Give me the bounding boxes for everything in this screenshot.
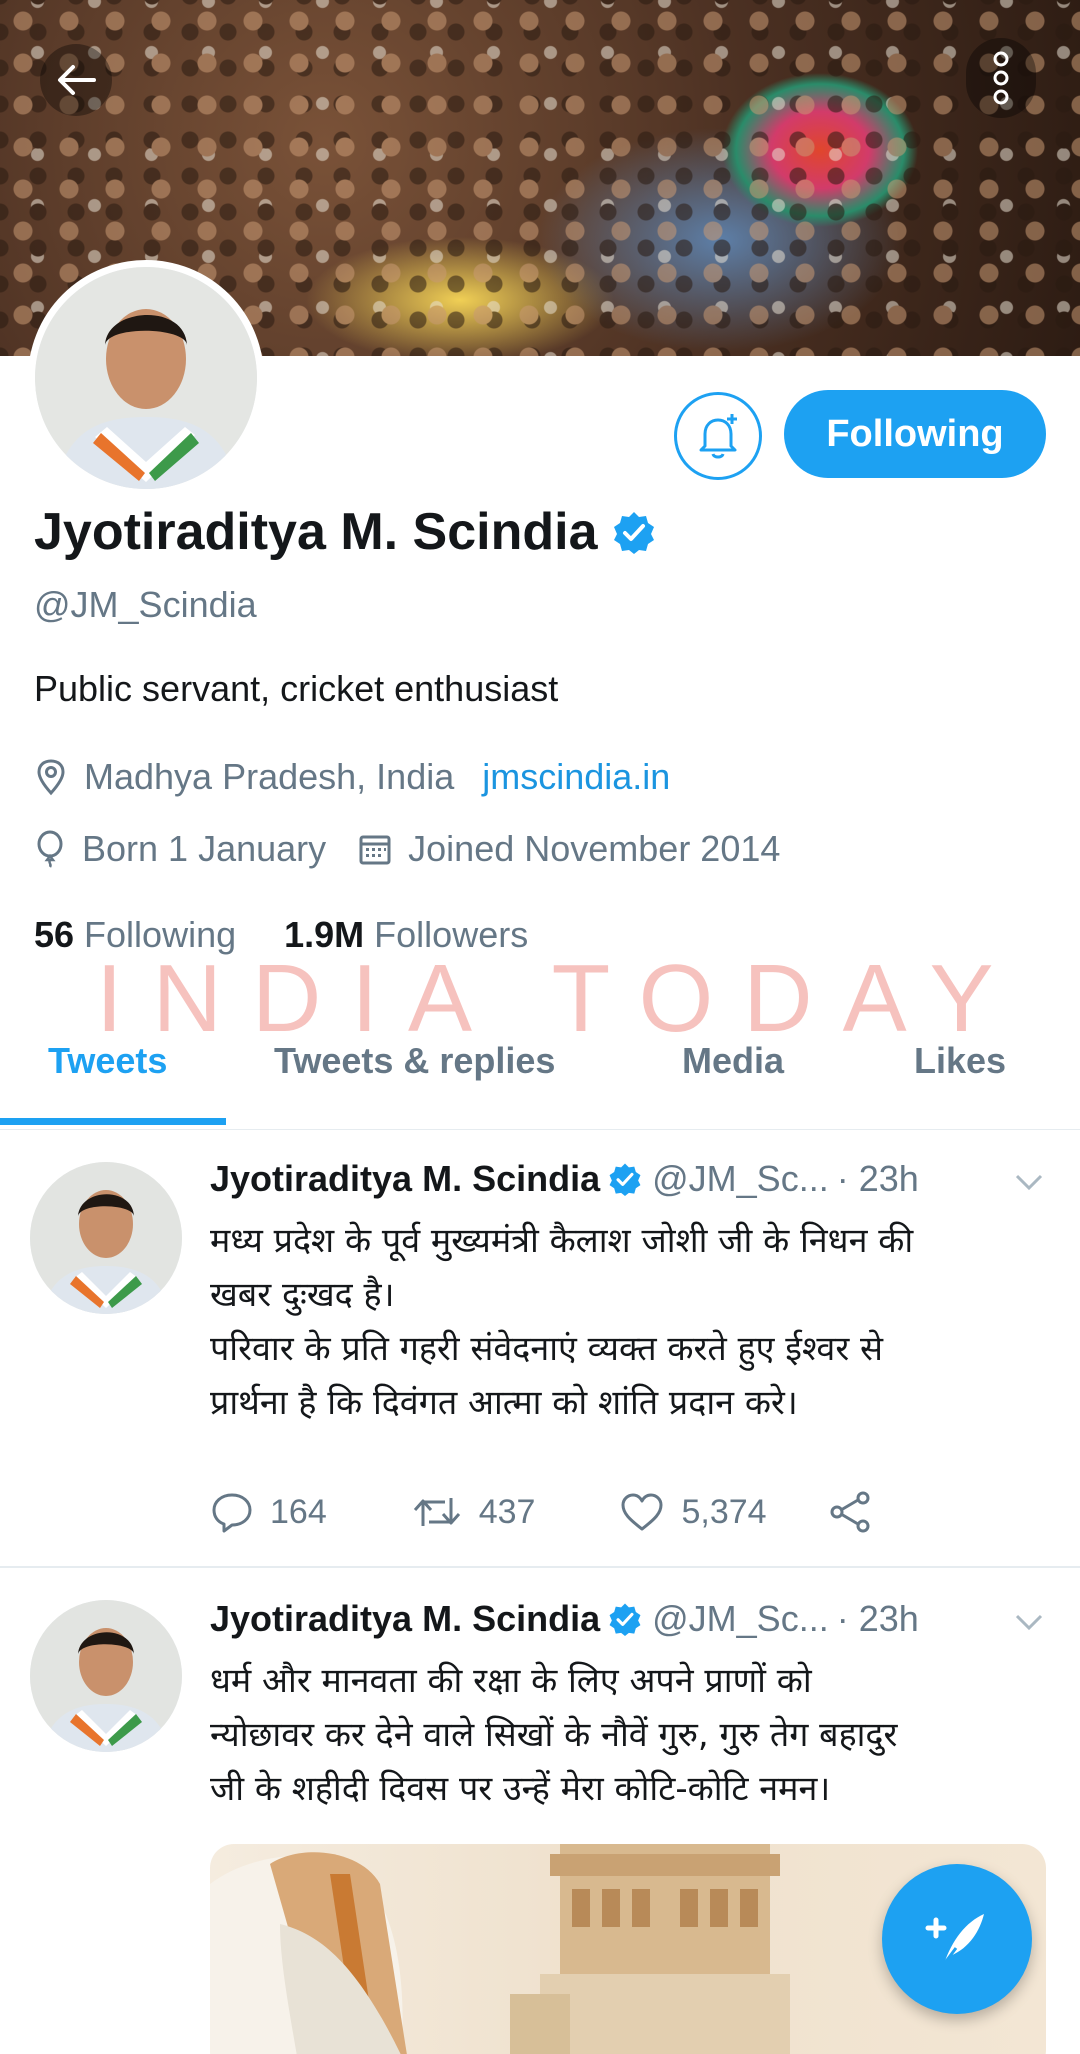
tweet-author-handle: @JM_Sc... — [652, 1598, 829, 1639]
like-count: 5,374 — [681, 1492, 767, 1531]
like-icon — [621, 1493, 663, 1531]
calendar-icon — [358, 832, 392, 866]
more-vertical-icon — [993, 51, 1009, 105]
profile-joined-date: Joined November 2014 — [408, 828, 781, 869]
tweet-timestamp[interactable]: · 23h — [837, 1598, 919, 1640]
retweet-count: 437 — [478, 1492, 536, 1531]
tab-tweets[interactable]: Tweets — [48, 1040, 167, 1082]
tweet-text: मध्य प्रदेश के पूर्व मुख्यमंत्री कैलाश ज… — [210, 1214, 1040, 1430]
birthday-balloon-icon — [34, 830, 66, 868]
profile-display-name: Jyotiraditya M. Scindia — [34, 503, 598, 561]
chevron-down-icon[interactable] — [1014, 1172, 1044, 1192]
following-count: 56 — [34, 914, 75, 955]
tweet-text-line: खबर दुःखद है। — [210, 1275, 395, 1315]
tab-tweets-and-replies[interactable]: Tweets & replies — [274, 1040, 555, 1082]
profile-avatar[interactable] — [28, 260, 264, 496]
retweet-icon — [413, 1498, 460, 1526]
profile-dates-row: Born 1 January Joined November 2014 — [34, 828, 780, 870]
reply-icon — [212, 1493, 252, 1533]
profile-location: Madhya Pradesh, India — [84, 756, 455, 797]
more-options-button[interactable] — [966, 38, 1036, 118]
tweet-header: Jyotiraditya M. Scindia @JM_Sc... · 23h — [210, 1158, 919, 1200]
tweet-author-avatar[interactable] — [30, 1600, 182, 1752]
tweet-header: Jyotiraditya M. Scindia @JM_Sc... · 23h — [210, 1598, 919, 1640]
reply-count: 164 — [270, 1492, 327, 1531]
tweet-actions: 164 437 5,374 — [210, 1490, 873, 1534]
profile-birthday: Born 1 January — [82, 828, 327, 869]
reply-button[interactable]: 164 — [210, 1491, 327, 1533]
tweet-text: धर्म और मानवता की रक्षा के लिए अपने प्रा… — [210, 1654, 1040, 1816]
profile-bio: Public servant, cricket enthusiast — [34, 668, 559, 709]
tweet-text-line: मध्य प्रदेश के पूर्व मुख्यमंत्री कैलाश ज… — [210, 1221, 914, 1261]
tweet-text-line: धर्म और मानवता की रक्षा के लिए अपने प्रा… — [210, 1661, 812, 1701]
tweet-text-line: प्रार्थना है कि दिवंगत आत्मा को शांति प्… — [210, 1383, 798, 1423]
profile-location-row: Madhya Pradesh, India jmscindia.in — [34, 756, 670, 798]
chevron-down-icon[interactable] — [1014, 1612, 1044, 1632]
compose-tweet-icon — [925, 1914, 984, 1965]
compose-tweet-button[interactable] — [882, 1864, 1032, 2014]
share-icon — [830, 1491, 870, 1533]
tweet-author-name[interactable]: Jyotiraditya M. Scindia — [210, 1598, 600, 1640]
profile-handle: @JM_Scindia — [34, 584, 257, 625]
profile-website-link[interactable]: jmscindia.in — [482, 756, 670, 798]
verified-badge-icon — [609, 1163, 641, 1196]
tweet-timestamp[interactable]: · 23h — [837, 1158, 919, 1200]
tab-likes[interactable]: Likes — [914, 1040, 1006, 1082]
avatar-portrait — [35, 267, 257, 489]
tweet-author-name[interactable]: Jyotiraditya M. Scindia — [210, 1158, 600, 1200]
verified-badge-icon — [609, 1603, 641, 1636]
back-arrow-icon — [58, 65, 96, 95]
notification-bell-icon — [699, 414, 737, 459]
tab-media[interactable]: Media — [682, 1040, 784, 1082]
share-button[interactable] — [827, 1490, 873, 1534]
back-button[interactable] — [40, 44, 112, 116]
profile-name-row: Jyotiraditya M. Scindia — [34, 502, 656, 562]
location-pin-icon — [34, 758, 68, 796]
like-button[interactable]: 5,374 — [619, 1491, 767, 1533]
active-tab-indicator — [0, 1118, 226, 1125]
tweet-text-line: परिवार के प्रति गहरी संवेदनाएं व्यक्त कर… — [210, 1329, 884, 1369]
tweet-divider — [0, 1566, 1080, 1568]
notifications-button[interactable] — [674, 392, 762, 480]
tweet-author-avatar[interactable] — [30, 1162, 182, 1314]
tweet-author-handle: @JM_Sc... — [652, 1158, 829, 1199]
tweet-text-line: न्योछावर कर देने वाले सिखों के नौवें गुर… — [210, 1715, 898, 1755]
tweet-text-line: जी के शहीदी दिवस पर उन्हें मेरा कोटि-कोट… — [210, 1769, 831, 1809]
following-button[interactable]: Following — [784, 390, 1046, 478]
retweet-button[interactable]: 437 — [411, 1492, 536, 1532]
tweet-avatar-portrait — [30, 1600, 182, 1752]
tweet-avatar-portrait — [30, 1162, 182, 1314]
profile-tabs: Tweets Tweets & replies Media Likes — [0, 1010, 1080, 1130]
verified-badge-icon — [613, 512, 654, 554]
